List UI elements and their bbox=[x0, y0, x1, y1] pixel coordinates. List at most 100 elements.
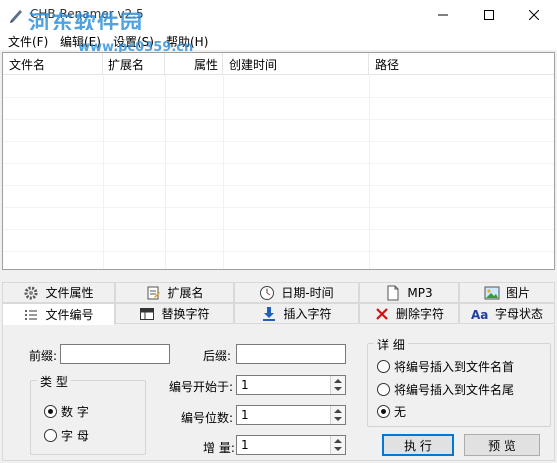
column-filename[interactable]: 文件名 bbox=[3, 53, 103, 75]
execute-button[interactable]: 执 行 bbox=[382, 434, 454, 456]
tab-extension[interactable]: 扩展名 bbox=[115, 282, 234, 303]
type-group: 类 型 数 字 字 母 bbox=[30, 373, 146, 455]
spin-up-icon bbox=[334, 439, 342, 443]
column-divider bbox=[165, 75, 166, 269]
tab-insert-chars[interactable]: 插入字符 bbox=[234, 303, 359, 324]
tab-delete-chars[interactable]: 删除字符 bbox=[359, 303, 459, 324]
column-divider bbox=[223, 75, 224, 269]
minimize-icon bbox=[438, 14, 448, 16]
file-list[interactable]: 文件名 扩展名 属性 创建时间 路径 bbox=[2, 52, 555, 270]
radio-label: 无 bbox=[394, 405, 407, 419]
list-header: 文件名 扩展名 属性 创建时间 路径 bbox=[3, 53, 554, 75]
spin-up-icon bbox=[334, 379, 342, 383]
tab-label: 文件属性 bbox=[45, 286, 94, 300]
tab-letter-case[interactable]: Aa 字母状态 bbox=[459, 303, 555, 324]
row-divider bbox=[3, 185, 554, 186]
radio-label: 将编号插入到文件名尾 bbox=[394, 383, 515, 397]
insert-at-start-radio[interactable]: 将编号插入到文件名首 bbox=[377, 358, 514, 375]
type-group-title: 类 型 bbox=[37, 373, 71, 390]
column-attributes[interactable]: 属性 bbox=[165, 53, 223, 75]
tab-replace-chars[interactable]: 替换字符 bbox=[115, 303, 234, 324]
numbering-panel: 前缀: 后缀: 类 型 数 字 字 母 编号开始于: 1 编号位数: 1 增 量… bbox=[2, 325, 555, 461]
increment-label: 增 量: bbox=[203, 441, 235, 455]
detail-group-title: 详 细 bbox=[374, 336, 408, 353]
numbered-list-icon bbox=[25, 309, 38, 320]
tab-mp3[interactable]: MP3 bbox=[359, 282, 459, 303]
suffix-input[interactable] bbox=[236, 344, 346, 364]
increment-spinner[interactable]: 1 bbox=[236, 435, 346, 455]
close-icon bbox=[529, 10, 539, 20]
radio-label: 字 母 bbox=[61, 429, 89, 443]
spin-down-icon bbox=[334, 387, 342, 391]
svg-text:Aa: Aa bbox=[471, 308, 488, 321]
close-button[interactable] bbox=[511, 0, 557, 30]
row-divider bbox=[3, 207, 554, 208]
spin-up-icon bbox=[334, 409, 342, 413]
row-divider bbox=[3, 163, 554, 164]
insert-at-end-radio[interactable]: 将编号插入到文件名尾 bbox=[377, 381, 514, 398]
preview-button[interactable]: 预 览 bbox=[464, 434, 540, 456]
maximize-button[interactable] bbox=[466, 0, 512, 30]
app-icon bbox=[10, 10, 22, 23]
type-number-radio[interactable]: 数 字 bbox=[44, 403, 89, 420]
delete-x-icon bbox=[376, 307, 388, 320]
title-bar: CHB Renamer v2.5 河东软件园 bbox=[0, 0, 557, 37]
row-divider bbox=[3, 97, 554, 98]
row-divider bbox=[3, 119, 554, 120]
increment-value: 1 bbox=[241, 438, 249, 452]
radio-label: 数 字 bbox=[61, 405, 89, 419]
tab-label: 文件编号 bbox=[45, 308, 94, 322]
tab-label: 字母状态 bbox=[494, 307, 543, 321]
tab-label: 插入字符 bbox=[283, 307, 332, 321]
radio-unselected-icon bbox=[377, 383, 390, 396]
insert-down-icon bbox=[263, 306, 276, 321]
tab-label: MP3 bbox=[407, 285, 433, 300]
table-icon bbox=[140, 307, 155, 320]
start-label: 编号开始于: bbox=[169, 380, 234, 394]
spin-down-icon bbox=[334, 417, 342, 421]
radio-unselected-icon bbox=[44, 429, 57, 442]
radio-label: 将编号插入到文件名首 bbox=[394, 360, 515, 374]
column-path[interactable]: 路径 bbox=[369, 53, 554, 75]
column-divider bbox=[103, 75, 104, 269]
document-icon bbox=[387, 285, 399, 300]
spin-down-icon bbox=[334, 447, 342, 451]
radio-unselected-icon bbox=[377, 360, 390, 373]
picture-icon bbox=[484, 286, 500, 299]
row-divider bbox=[3, 251, 554, 252]
tab-date-time[interactable]: 日期-时间 bbox=[234, 282, 359, 303]
clock-icon bbox=[260, 285, 275, 300]
prefix-label: 前缀: bbox=[29, 349, 58, 363]
tab-label: 扩展名 bbox=[167, 286, 204, 300]
letter-case-icon: Aa bbox=[471, 308, 488, 321]
tab-label: 日期-时间 bbox=[281, 286, 334, 300]
minimize-button[interactable] bbox=[420, 0, 466, 30]
type-letter-radio[interactable]: 字 母 bbox=[44, 427, 89, 444]
start-spinner[interactable]: 1 bbox=[236, 375, 346, 395]
tab-label: 替换字符 bbox=[161, 307, 210, 321]
maximize-icon bbox=[484, 10, 494, 20]
column-created[interactable]: 创建时间 bbox=[223, 53, 369, 75]
tab-image[interactable]: 图片 bbox=[459, 282, 555, 303]
menu-file[interactable]: 文件(F) bbox=[8, 33, 48, 50]
row-divider bbox=[3, 141, 554, 142]
tab-file-attributes[interactable]: 文件属性 bbox=[2, 282, 115, 303]
radio-selected-icon bbox=[377, 405, 390, 418]
spinner-arrows[interactable] bbox=[330, 406, 345, 424]
column-divider bbox=[369, 75, 370, 269]
column-extension[interactable]: 扩展名 bbox=[103, 53, 165, 75]
document-edit-icon bbox=[147, 286, 161, 299]
prefix-input[interactable] bbox=[60, 344, 170, 364]
tab-label: 删除字符 bbox=[395, 307, 444, 321]
suffix-label: 后缀: bbox=[203, 349, 232, 363]
tab-file-numbering[interactable]: 文件编号 bbox=[2, 303, 115, 326]
radio-selected-icon bbox=[44, 405, 57, 418]
digits-spinner[interactable]: 1 bbox=[236, 405, 346, 425]
tab-label: 图片 bbox=[505, 286, 530, 300]
gear-icon bbox=[24, 286, 38, 299]
no-insert-radio[interactable]: 无 bbox=[377, 403, 406, 420]
detail-group: 详 细 将编号插入到文件名首 将编号插入到文件名尾 无 bbox=[367, 336, 551, 427]
spinner-arrows[interactable] bbox=[330, 436, 345, 454]
start-value: 1 bbox=[241, 378, 249, 392]
spinner-arrows[interactable] bbox=[330, 376, 345, 394]
